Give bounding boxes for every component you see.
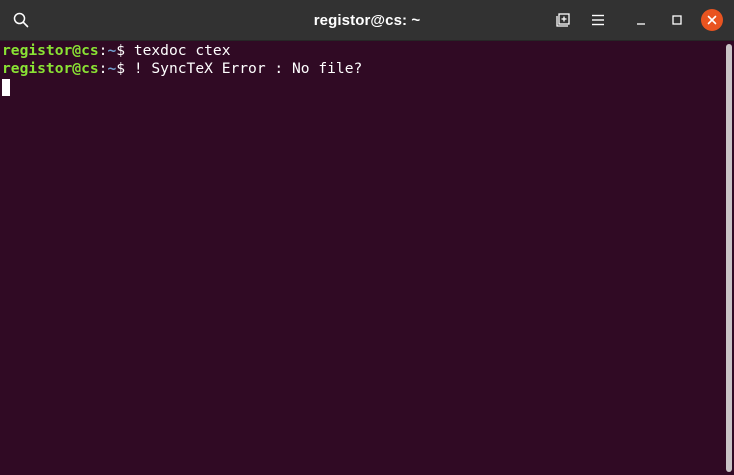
terminal-line	[0, 78, 724, 96]
prompt-path: ~	[107, 60, 117, 77]
menu-button[interactable]	[583, 6, 613, 34]
close-button-circle[interactable]	[701, 9, 723, 31]
new-tab-button[interactable]	[548, 6, 578, 34]
command-text: ! SyncTeX Error : No file?	[133, 60, 363, 77]
terminal-window: registor@cs: ~ registor@cs:~$ texdoc cte…	[0, 0, 734, 475]
new-tab-icon	[556, 13, 570, 27]
text-cursor	[2, 79, 10, 96]
prompt-path: ~	[107, 42, 117, 59]
terminal-output[interactable]: registor@cs:~$ texdoc ctex registor@cs:~…	[0, 41, 724, 475]
window-title: registor@cs: ~	[313, 12, 421, 29]
title-bar[interactable]: registor@cs: ~	[0, 0, 734, 41]
command-text: texdoc ctex	[133, 42, 231, 59]
maximize-button[interactable]	[662, 6, 692, 34]
prompt-symbol: $	[116, 60, 134, 77]
prompt-symbol: $	[116, 42, 134, 59]
hamburger-menu-icon	[592, 14, 604, 26]
close-button[interactable]	[697, 6, 727, 34]
scrollbar[interactable]	[726, 44, 732, 472]
prompt-user-host: registor@cs	[2, 60, 99, 77]
terminal-line: registor@cs:~$ texdoc ctex	[0, 42, 724, 60]
minimize-button[interactable]	[626, 6, 656, 34]
terminal-line: registor@cs:~$ ! SyncTeX Error : No file…	[0, 60, 724, 78]
close-icon	[707, 15, 717, 25]
maximize-icon	[672, 15, 682, 25]
prompt-user-host: registor@cs	[2, 42, 99, 59]
minimize-icon	[637, 23, 645, 25]
